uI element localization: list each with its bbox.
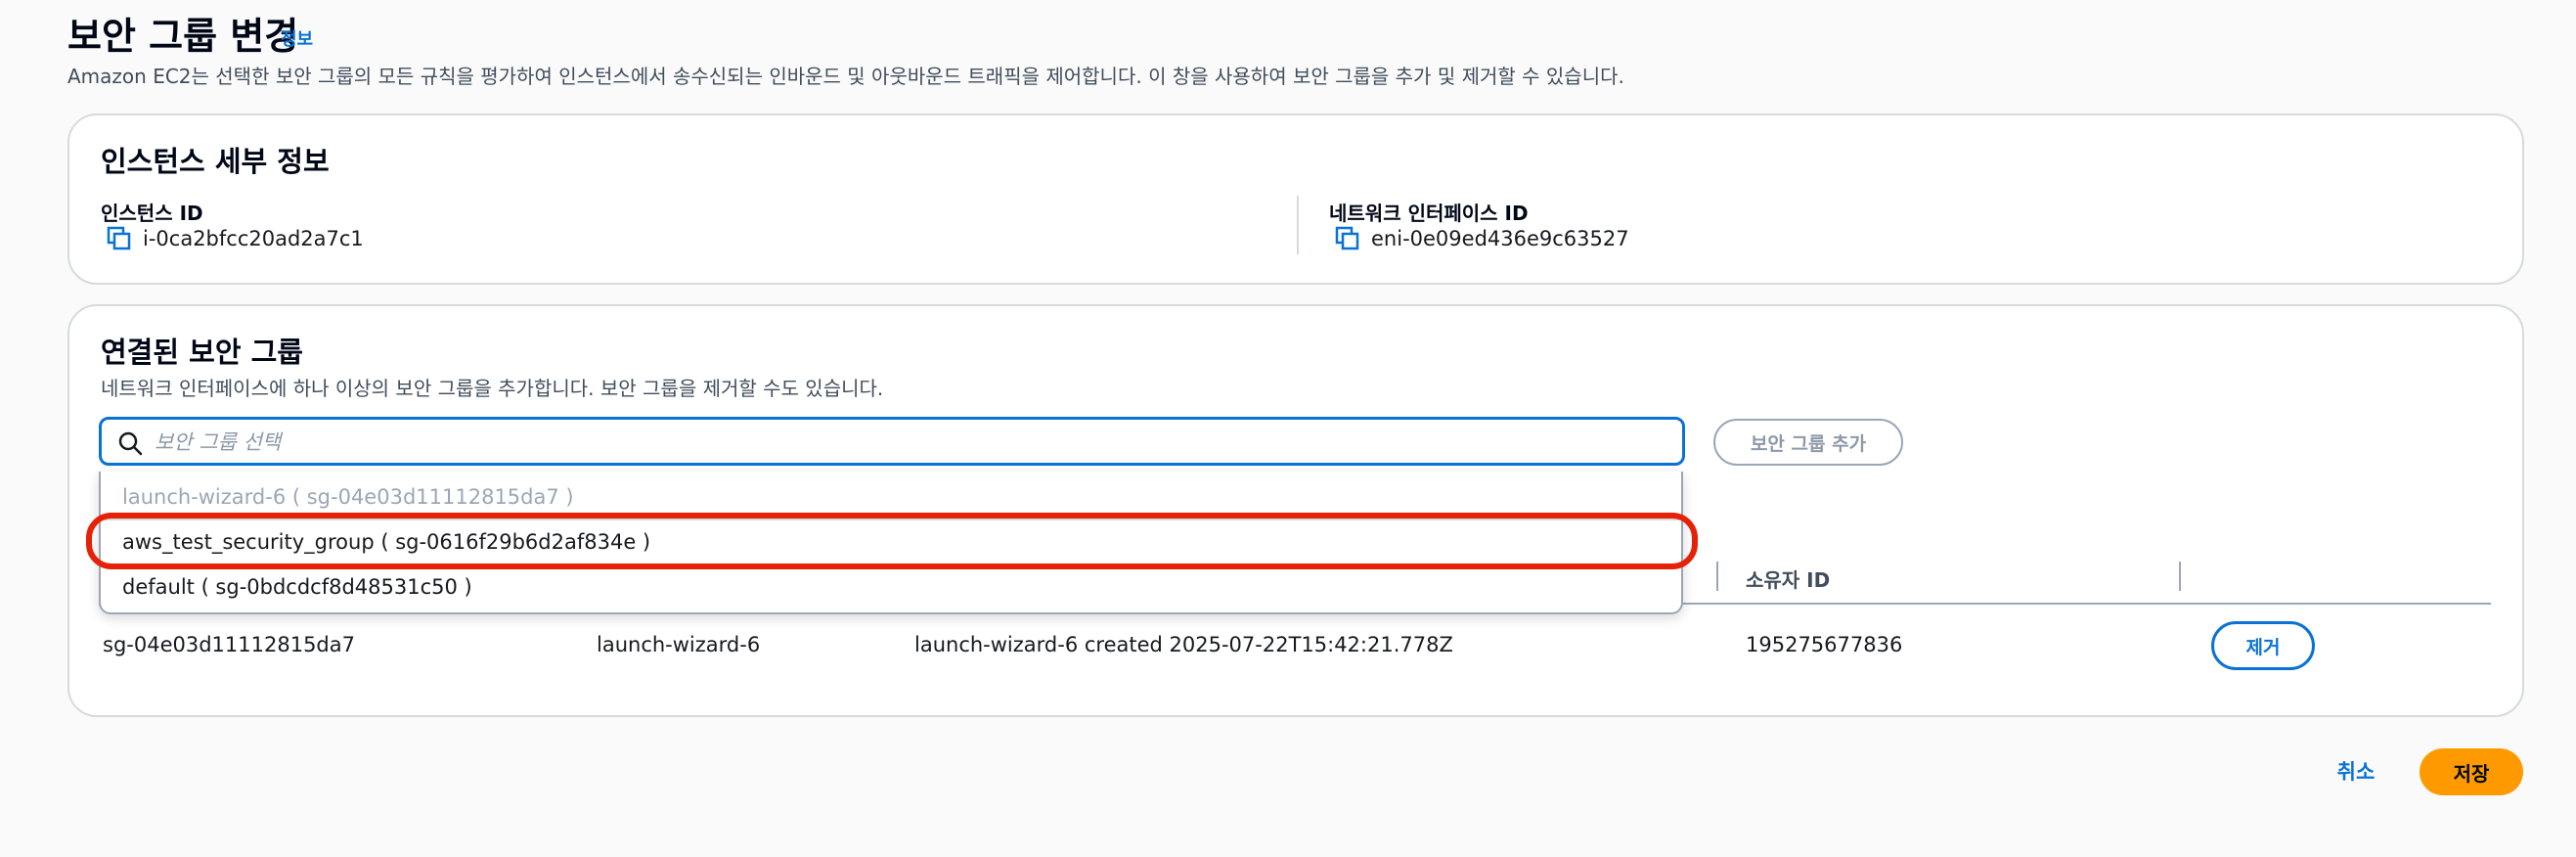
info-link[interactable]: 정보 <box>281 25 313 51</box>
page-description: Amazon EC2는 선택한 보안 그룹의 모든 규칙을 평가하여 인스턴스에… <box>67 65 1624 88</box>
column-separator <box>1716 562 1718 591</box>
owner-id-header: 소유자 ID <box>1746 568 1831 592</box>
eni-id-label: 네트워크 인터페이스 ID <box>1329 202 1529 225</box>
search-icon <box>117 430 143 456</box>
row-group-name: launch-wizard-6 <box>597 633 761 656</box>
column-divider <box>1297 196 1299 254</box>
column-separator <box>2179 562 2181 591</box>
instance-details-heading: 인스턴스 세부 정보 <box>101 145 330 178</box>
row-group-id: sg-04e03d11112815da7 <box>103 633 355 656</box>
highlight-annotation <box>86 513 1698 569</box>
copy-icon[interactable] <box>1333 225 1360 252</box>
instance-id-value: i-0ca2bfcc20ad2a7c1 <box>143 227 364 250</box>
page-title: 보안 그룹 변경 <box>67 15 299 58</box>
remove-button[interactable]: 제거 <box>2211 621 2315 670</box>
row-description: launch-wizard-6 created 2025-07-22T15:42… <box>914 633 1453 656</box>
associated-groups-heading: 연결된 보안 그룹 <box>101 336 303 369</box>
dropdown-option-default[interactable]: default ( sg-0bdcdcf8d48531c50 ) <box>101 565 1681 609</box>
instance-id-label: 인스턴스 ID <box>101 202 203 225</box>
associated-groups-description: 네트워크 인터페이스에 하나 이상의 보안 그룹을 추가합니다. 보안 그룹을 … <box>101 377 884 400</box>
eni-id-value: eni-0e09ed436e9c63527 <box>1371 227 1629 250</box>
row-owner-id: 195275677836 <box>1746 633 1903 656</box>
search-input[interactable] <box>155 428 1661 457</box>
copy-icon[interactable] <box>105 225 132 252</box>
instance-details-card: 인스턴스 세부 정보 인스턴스 ID i-0ca2bfcc20ad2a7c1 네… <box>67 113 2524 285</box>
save-button[interactable]: 저장 <box>2420 748 2523 795</box>
add-security-group-button[interactable]: 보안 그룹 추가 <box>1713 419 1903 466</box>
cancel-button[interactable]: 취소 <box>2320 751 2392 790</box>
security-group-search[interactable] <box>99 417 1685 466</box>
